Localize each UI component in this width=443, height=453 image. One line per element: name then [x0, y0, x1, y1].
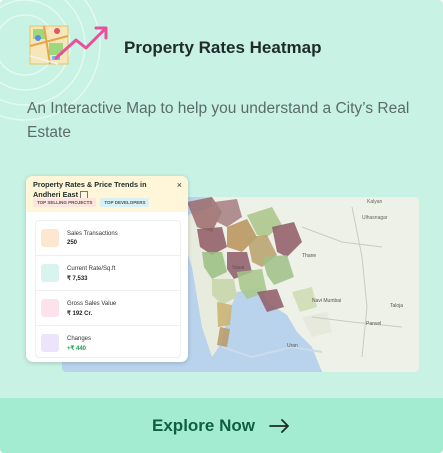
heatmap-card: Property Rates Heatmap An Interactive Ma…: [0, 0, 443, 453]
stat-row-sales-transactions: Sales Transactions 250: [36, 221, 180, 256]
map-label: Uran: [287, 343, 298, 349]
arrow-right-icon: [269, 418, 289, 433]
map-label: Panvel: [366, 321, 381, 327]
card-subtitle: An Interactive Map to help you understan…: [27, 100, 410, 141]
map-label: Ulhasnagar: [362, 215, 388, 221]
chip-top-developers[interactable]: TOP DEVELOPERS: [100, 198, 150, 207]
chart-icon: [41, 264, 59, 282]
stat-value: 250: [67, 240, 78, 246]
stat-label: Changes: [67, 336, 92, 342]
stats-list: Sales Transactions 250 Current Rate/Sq.f…: [35, 220, 181, 358]
locality-info-panel: Property Rates & Price Trends in Andheri…: [26, 176, 188, 362]
chip-top-selling-projects[interactable]: TOP SELLING PROJECTS: [33, 198, 97, 207]
panel-chips: TOP SELLING PROJECTS TOP DEVELOPERS: [33, 198, 150, 207]
stat-label: Sales Transactions: [67, 231, 118, 237]
card-title: Property Rates Heatmap: [124, 38, 322, 57]
stat-row-gross-sales-value: Gross Sales Value ₹ 192 Cr.: [36, 291, 180, 326]
stat-label: Current Rate/Sq.ft: [67, 266, 116, 272]
explore-now-label: Explore Now: [152, 415, 255, 435]
map-label: Vasai: [232, 265, 244, 271]
stat-value: +₹ 440: [67, 346, 86, 352]
stat-row-changes: Changes +₹ 440: [36, 326, 180, 360]
stat-label: Gross Sales Value: [67, 301, 117, 307]
panel-title: Property Rates & Price Trends in Andheri…: [33, 180, 147, 199]
bar-chart-icon: [41, 334, 59, 352]
tag-icon: [41, 299, 59, 317]
heatmap-map-icon: [29, 25, 108, 65]
document-icon: [41, 229, 59, 247]
panel-header: Property Rates & Price Trends in Andheri…: [26, 176, 188, 212]
stat-row-current-rate: Current Rate/Sq.ft ₹ 7,533: [36, 256, 180, 291]
explore-now-button[interactable]: Explore Now: [0, 398, 443, 453]
stat-value: ₹ 7,533: [67, 276, 88, 282]
stat-value: ₹ 192 Cr.: [67, 311, 93, 317]
close-button[interactable]: ×: [177, 180, 182, 190]
map-label: Navi Mumbai: [312, 298, 341, 304]
map-label: Kalyan: [367, 199, 383, 205]
map-label: Taloja: [390, 303, 403, 309]
map-label: Thane: [302, 253, 316, 259]
